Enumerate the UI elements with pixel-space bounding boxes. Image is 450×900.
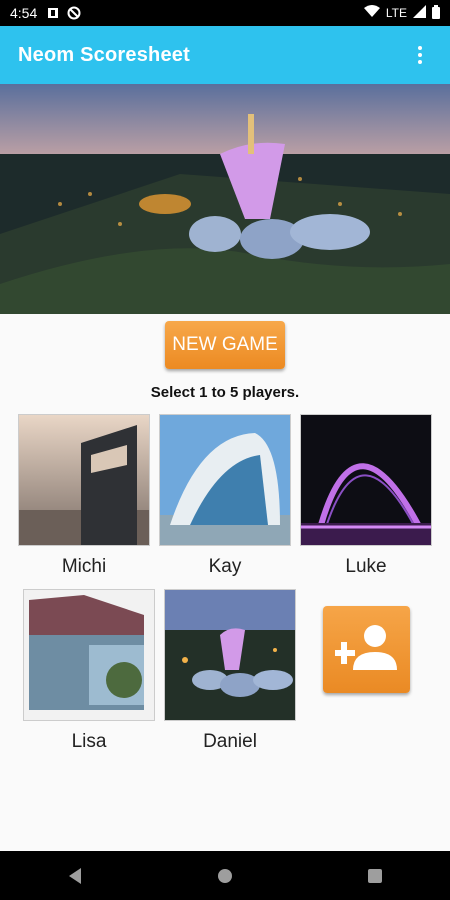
player-name: Luke bbox=[345, 556, 387, 577]
player-name: Lisa bbox=[71, 731, 107, 752]
notification-icon bbox=[47, 7, 59, 19]
recents-icon[interactable] bbox=[355, 856, 395, 896]
player-card-luke[interactable]: Luke bbox=[300, 414, 432, 578]
player-photo[interactable] bbox=[18, 414, 150, 546]
player-card-kay[interactable]: Kay bbox=[159, 414, 291, 578]
player-card-daniel[interactable]: Daniel bbox=[164, 589, 296, 753]
app-bar: Neom Scoresheet bbox=[0, 26, 450, 84]
player-card-michi[interactable]: Michi bbox=[18, 414, 150, 578]
add-player-button[interactable] bbox=[323, 606, 410, 693]
player-name: Kay bbox=[208, 556, 242, 577]
back-icon[interactable] bbox=[55, 856, 95, 896]
battery-icon bbox=[432, 4, 440, 22]
app-title: Neom Scoresheet bbox=[18, 43, 190, 66]
select-players-hint: Select 1 to 5 players. bbox=[150, 384, 300, 401]
add-person-icon bbox=[332, 622, 399, 677]
player-photo[interactable] bbox=[23, 589, 155, 721]
wifi-icon bbox=[363, 5, 380, 21]
player-name: Daniel bbox=[203, 731, 257, 752]
system-nav-bar bbox=[0, 851, 450, 900]
signal-icon bbox=[413, 5, 426, 21]
more-vert-icon[interactable] bbox=[408, 43, 432, 67]
player-photo[interactable] bbox=[300, 414, 432, 546]
blocked-icon bbox=[67, 6, 81, 20]
player-name: Michi bbox=[61, 556, 107, 577]
home-icon[interactable] bbox=[205, 856, 245, 896]
new-game-button[interactable]: NEW GAME bbox=[165, 321, 285, 369]
player-photo[interactable] bbox=[164, 589, 296, 721]
network-type: LTE bbox=[385, 6, 407, 20]
hero-image bbox=[0, 84, 450, 314]
status-time: 4:54 bbox=[10, 5, 38, 21]
player-card-lisa[interactable]: Lisa bbox=[23, 589, 155, 753]
status-bar: 4:54 LTE bbox=[0, 0, 450, 26]
player-photo[interactable] bbox=[159, 414, 291, 546]
